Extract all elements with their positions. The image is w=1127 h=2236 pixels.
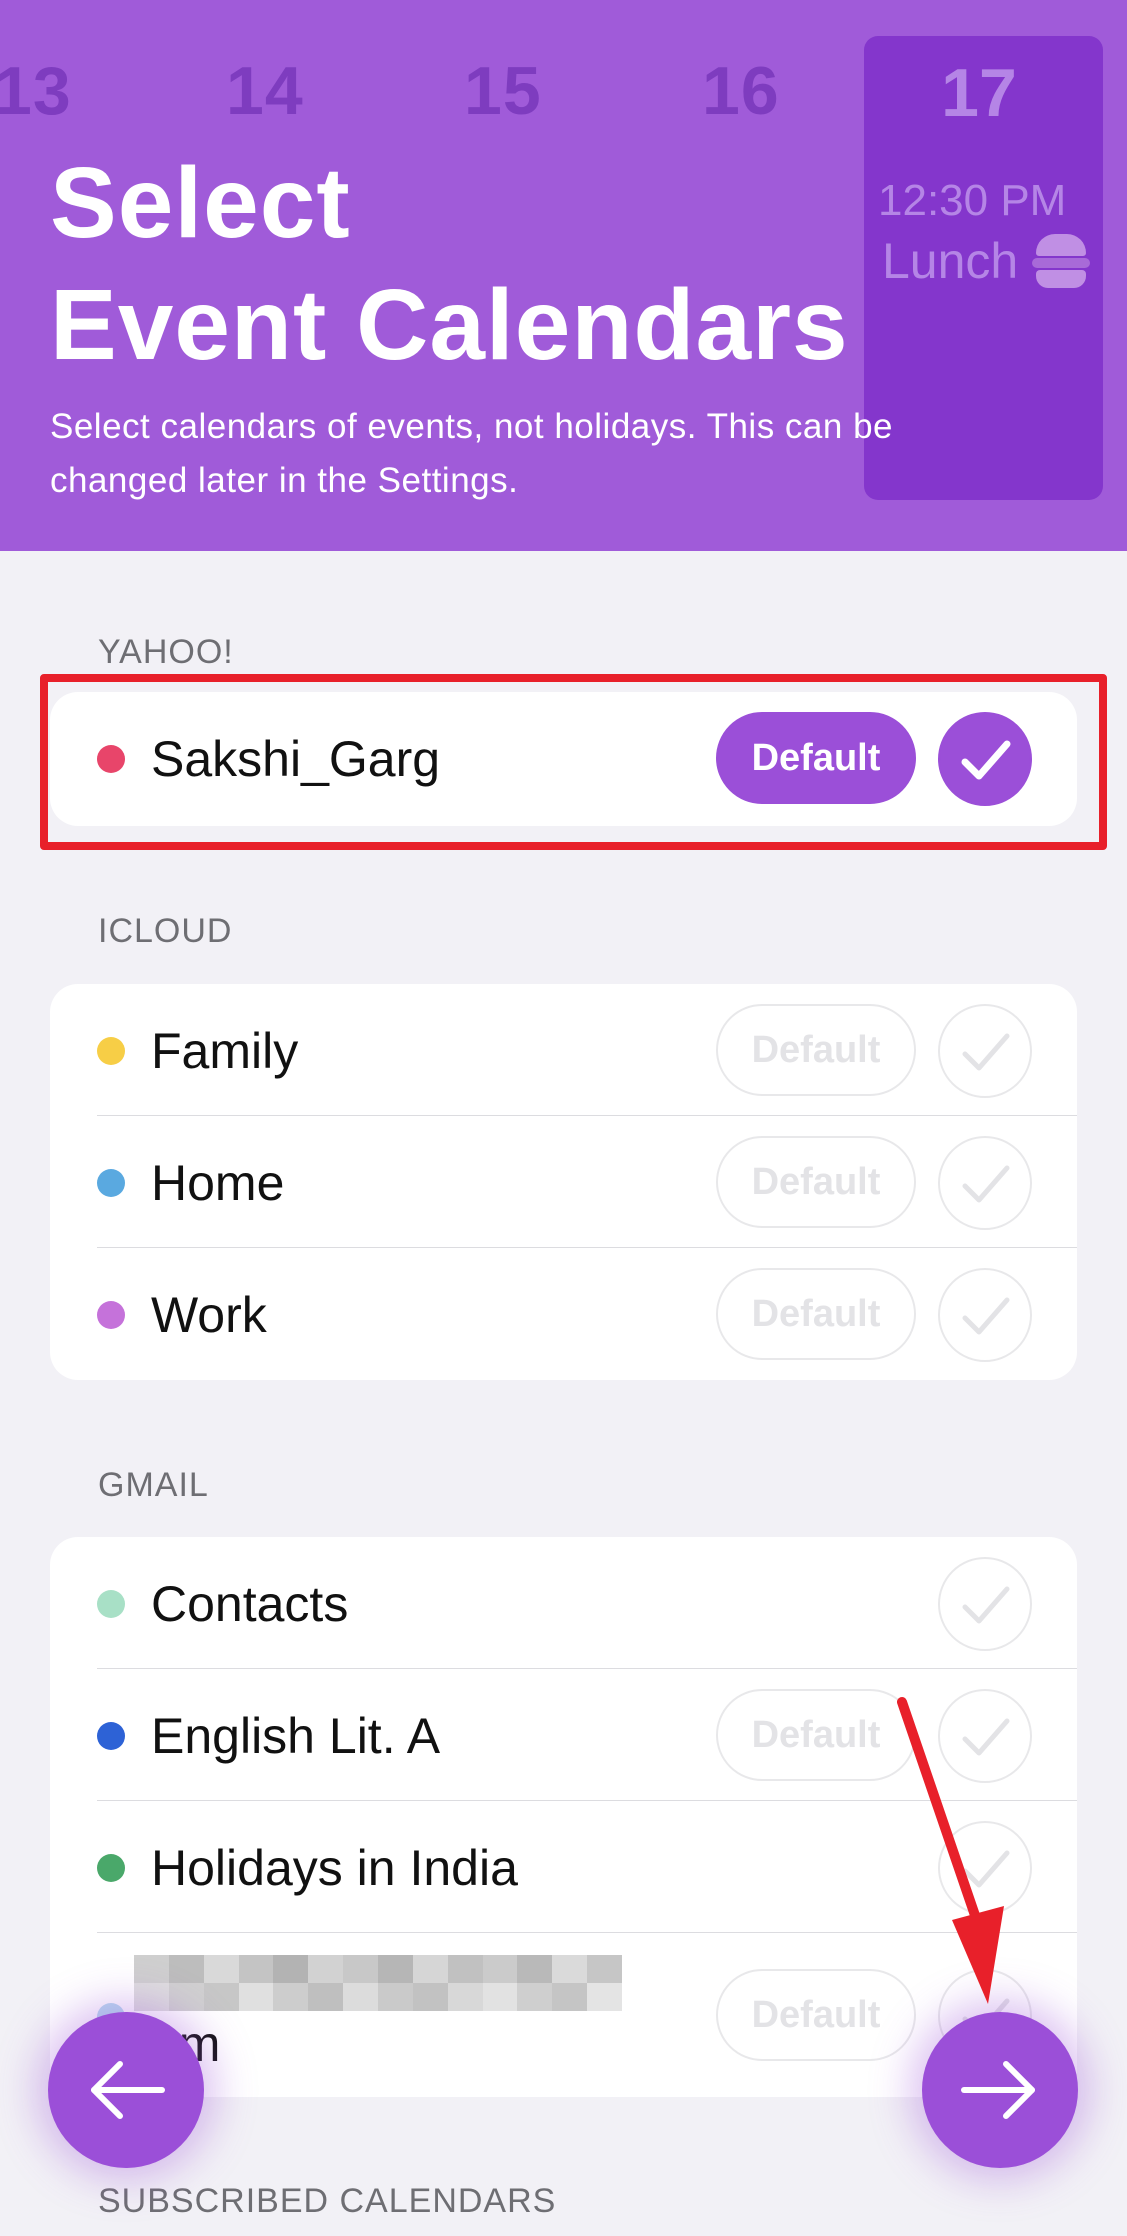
today-day-number: 17	[941, 55, 1017, 131]
today-event-title: Lunch	[882, 233, 1019, 289]
calendar-row[interactable]: Family Default	[50, 984, 1077, 1116]
calendar-row[interactable]: Contacts	[50, 1537, 1077, 1669]
calendar-group-icloud: Family Default Home Default Work Default	[50, 984, 1077, 1380]
day-number: 14	[226, 53, 304, 129]
calendar-name: Family	[151, 1023, 299, 1079]
calendar-name: Home	[151, 1155, 285, 1211]
calendar-row[interactable]: Holidays in India	[50, 1801, 1077, 1933]
checkmark-toggle[interactable]	[938, 1004, 1032, 1098]
default-button[interactable]: Default	[716, 1268, 916, 1360]
calendar-name: English Lit. A	[151, 1708, 441, 1764]
arrow-left-icon	[91, 2061, 165, 2119]
calendar-color-dot	[97, 1169, 125, 1197]
checkmark-toggle[interactable]	[938, 1268, 1032, 1362]
checkmark-toggle[interactable]	[938, 1821, 1032, 1915]
calendar-name: Work	[151, 1287, 267, 1343]
checkmark-icon	[962, 1033, 1010, 1071]
default-button[interactable]: Default	[716, 1969, 916, 2061]
section-label-gmail: GMAIL	[98, 1466, 209, 1504]
checkmark-icon	[962, 1850, 1010, 1888]
default-button[interactable]: Default	[716, 1689, 916, 1781]
calendar-color-dot	[97, 1037, 125, 1065]
default-button[interactable]: Default	[716, 1136, 916, 1228]
calendar-name: Holidays in India	[151, 1840, 518, 1896]
checkmark-icon	[962, 1718, 1010, 1756]
checkmark-icon	[962, 1297, 1010, 1335]
calendar-color-dot	[97, 1854, 125, 1882]
checkmark-icon	[962, 1586, 1010, 1624]
day-number: 16	[702, 53, 780, 129]
default-button[interactable]: Default	[716, 1004, 916, 1096]
back-button[interactable]	[48, 2012, 204, 2168]
calendar-row[interactable]: Work Default	[50, 1248, 1077, 1380]
calendar-color-dot	[97, 1301, 125, 1329]
day-number: 13	[0, 53, 72, 129]
page-title: Select Event Calendars	[50, 142, 849, 386]
section-label-icloud: ICLOUD	[98, 912, 233, 950]
page-subtitle: Select calendars of events, not holidays…	[50, 407, 894, 500]
burger-icon	[1032, 234, 1090, 290]
redacted-text-blur	[134, 1955, 622, 2011]
day-number: 15	[464, 53, 542, 129]
header-banner: 13 14 15 16 17 12:30 PM Lunch Select Eve…	[0, 0, 1127, 551]
calendar-name: Contacts	[151, 1576, 349, 1632]
checkmark-icon	[962, 1165, 1010, 1203]
calendar-color-dot	[97, 1722, 125, 1750]
page-title-line-1: Select	[50, 147, 351, 259]
section-label-subscribed: SUBSCRIBED CALENDARS	[98, 2182, 557, 2220]
arrow-right-icon	[961, 2061, 1035, 2119]
calendar-row[interactable]: Home Default	[50, 1116, 1077, 1248]
calendar-group-gmail: Contacts English Lit. A Default Holidays…	[50, 1537, 1077, 2097]
calendar-color-dot	[97, 1590, 125, 1618]
calendar-row[interactable]: English Lit. A Default	[50, 1669, 1077, 1801]
section-label-yahoo: YAHOO!	[98, 633, 234, 671]
today-event-time: 12:30 PM	[878, 176, 1067, 225]
checkmark-toggle[interactable]	[938, 1557, 1032, 1651]
annotation-highlight-box	[40, 674, 1107, 850]
next-button[interactable]	[922, 2012, 1078, 2168]
checkmark-toggle[interactable]	[938, 1689, 1032, 1783]
page-title-line-2: Event Calendars	[50, 269, 849, 381]
checkmark-toggle[interactable]	[938, 1136, 1032, 1230]
